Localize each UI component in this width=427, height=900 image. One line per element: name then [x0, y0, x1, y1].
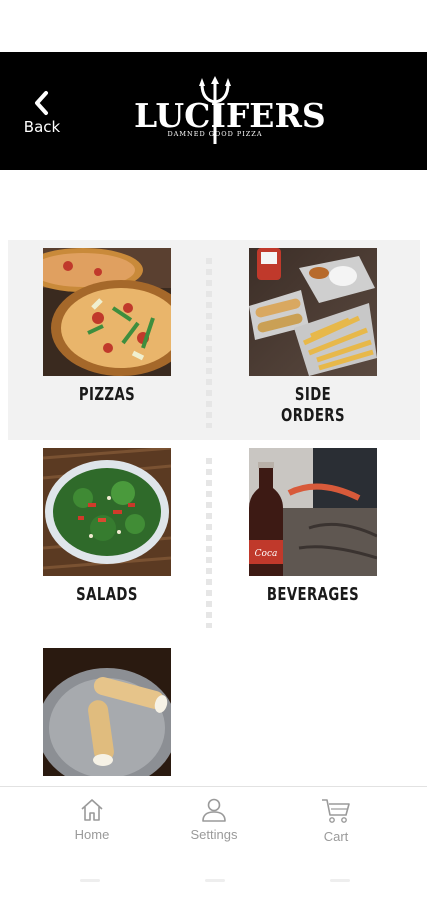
- chevron-left-icon: [35, 91, 48, 115]
- category-label: SIDE ORDERS: [281, 384, 345, 426]
- logo-tagline: DAMNED GOOD PIZZA: [167, 130, 263, 138]
- category-tile-desserts[interactable]: [43, 648, 171, 784]
- status-bar-area: [0, 0, 427, 52]
- category-label: SALADS: [76, 584, 138, 605]
- system-nav-hint: [80, 879, 350, 882]
- tab-label: Cart: [323, 829, 349, 844]
- lucifers-logo: LUCIFERS DAMNED GOOD PIZZA: [134, 76, 326, 146]
- app-header: Back LUCIFERS DAMNED GOOD PIZZA: [0, 52, 427, 170]
- home-icon: [81, 799, 103, 821]
- tab-settings[interactable]: Settings: [164, 797, 264, 842]
- salad-photo: [43, 448, 171, 576]
- category-tile-salads[interactable]: SALADS: [43, 448, 171, 605]
- category-row: PIZZAS SIDE ORDERS: [8, 240, 420, 440]
- tab-home[interactable]: Home: [42, 797, 142, 842]
- row-divider: [206, 458, 212, 628]
- category-tile-pizzas[interactable]: PIZZAS: [43, 248, 171, 405]
- category-label: PIZZAS: [78, 384, 136, 405]
- cart-icon: [322, 799, 350, 823]
- category-tile-beverages[interactable]: Coca BEVERAGES: [249, 448, 377, 605]
- tab-label: Home: [74, 827, 110, 842]
- beverages-photo: Coca: [249, 448, 377, 576]
- tab-label: Settings: [190, 827, 238, 842]
- row-divider: [206, 258, 212, 428]
- svg-text:Coca: Coca: [255, 549, 278, 559]
- user-icon: [202, 798, 226, 822]
- back-button[interactable]: Back: [18, 90, 66, 138]
- pizza-photo: [43, 248, 171, 376]
- side-orders-photo: [249, 248, 377, 376]
- category-tile-side-orders[interactable]: SIDE ORDERS: [249, 248, 377, 426]
- tab-cart[interactable]: Cart: [286, 797, 386, 844]
- back-label: Back: [23, 118, 61, 136]
- cannoli-photo: [43, 648, 171, 776]
- category-row: SALADS Coca BEVERAGES: [8, 440, 420, 640]
- bottom-tab-bar: Home Settings Cart: [0, 786, 427, 900]
- category-label: BEVERAGES: [266, 584, 360, 605]
